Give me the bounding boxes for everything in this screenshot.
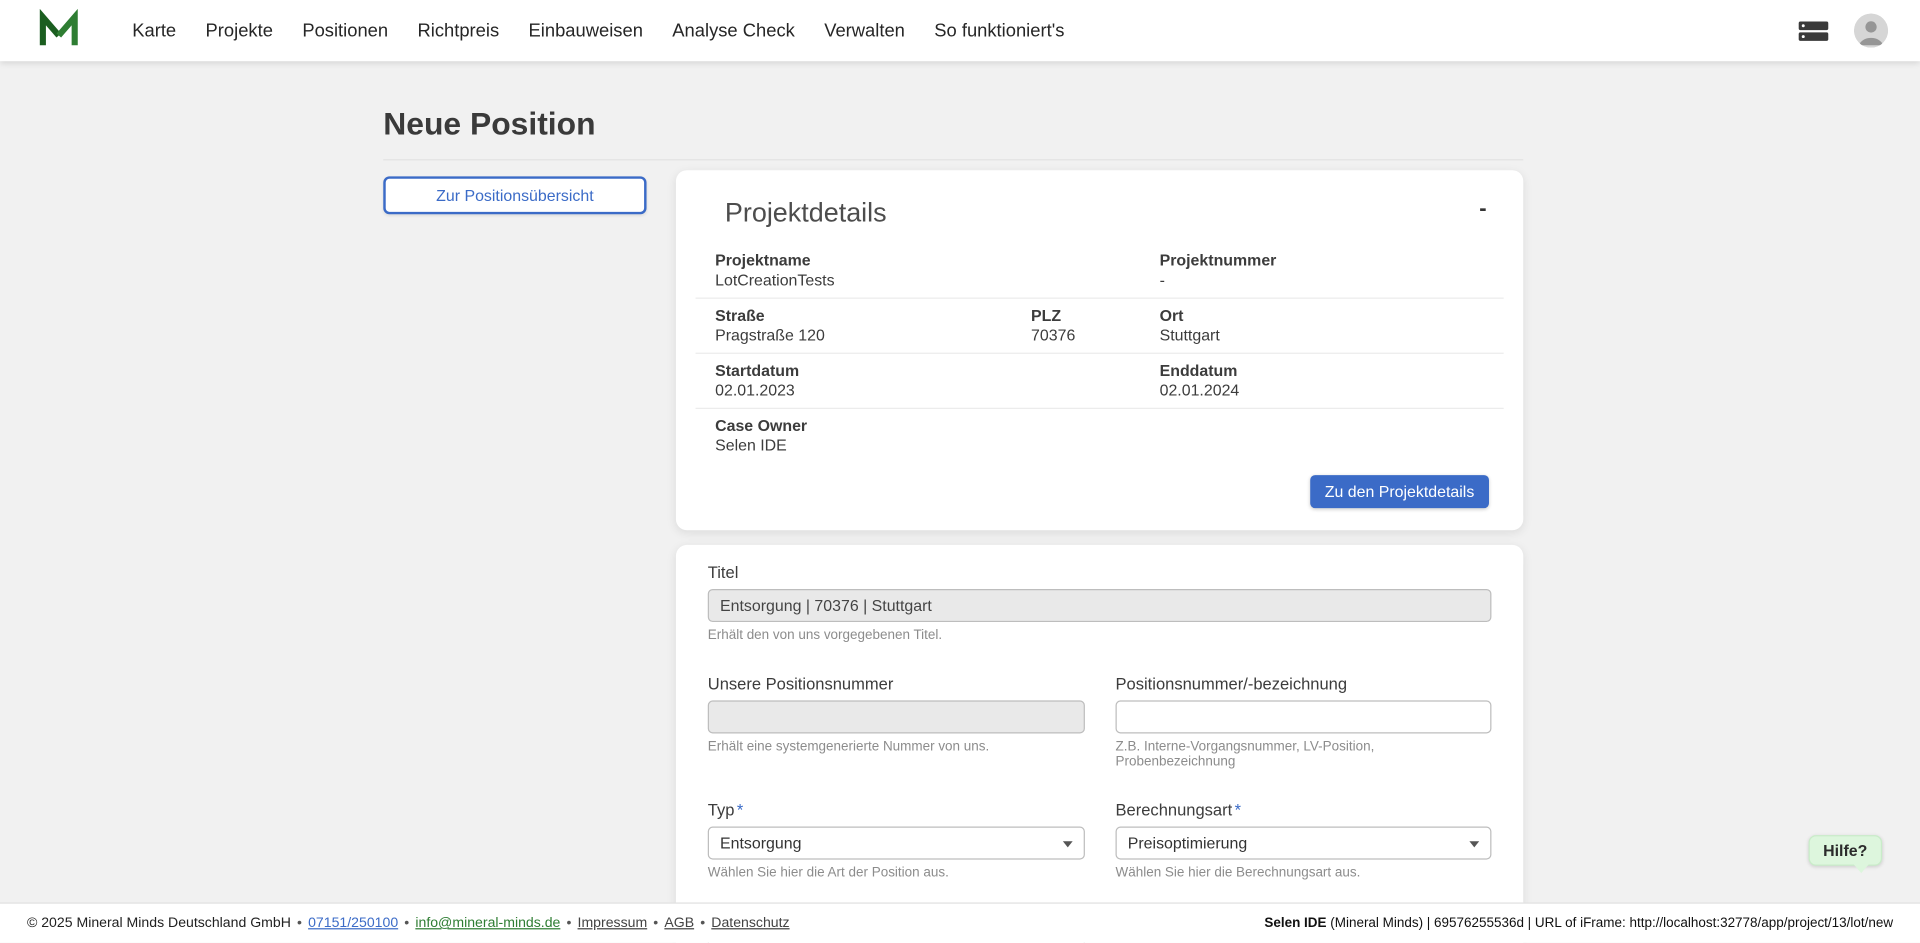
new-position-form-card: Titel Erhält den von uns vorgegebenen Ti…: [676, 545, 1523, 943]
top-navbar: Karte Projekte Positionen Richtpreis Ein…: [0, 0, 1920, 61]
projektname-label: Projektname: [715, 251, 1159, 271]
project-details-table: Projektname LotCreationTests Projektnumm…: [696, 244, 1504, 463]
positionsnummer-help-text: Erhält eine systemgenerierte Nummer von …: [708, 740, 1085, 755]
nav-item-projekte[interactable]: Projekte: [191, 13, 288, 49]
user-avatar[interactable]: [1854, 13, 1888, 47]
required-asterisk: *: [737, 801, 743, 819]
email-link[interactable]: info@mineral-minds.de: [415, 916, 560, 931]
nav-links: Karte Projekte Positionen Richtpreis Ein…: [118, 13, 1080, 49]
nav-item-analyse-check[interactable]: Analyse Check: [658, 13, 810, 49]
bezeichnung-input[interactable]: [1116, 700, 1492, 733]
nav-item-so-funktionierts[interactable]: So funktioniert's: [920, 13, 1080, 49]
speech-bubble-pointer: [1854, 864, 1869, 873]
nav-item-positionen[interactable]: Positionen: [288, 13, 403, 49]
right-column: Projektdetails - Projektname LotCreation…: [676, 170, 1523, 943]
back-to-positions-button[interactable]: Zur Positionsübersicht: [383, 176, 646, 214]
page-title: Neue Position: [383, 61, 1523, 160]
titel-help-text: Erhält den von uns vorgegebenen Titel.: [708, 628, 1492, 643]
bezeichnung-label: Positionsnummer/-bezeichnung: [1116, 675, 1492, 693]
projektnummer-label: Projektnummer: [1160, 251, 1277, 271]
collapse-minus-icon[interactable]: -: [1469, 197, 1496, 219]
bezeichnung-help-text: Z.B. Interne-Vorgangsnummer, LV-Position…: [1116, 740, 1492, 769]
berechnungsart-select[interactable]: Preisoptimierung: [1116, 827, 1492, 860]
agb-link[interactable]: AGB: [664, 916, 694, 931]
typ-help-text: Wählen Sie hier die Art der Position aus…: [708, 866, 1085, 881]
session-details: (Mineral Minds) | 69576255536d | URL of …: [1327, 916, 1894, 931]
positionsnummer-input: [708, 700, 1085, 733]
go-to-project-details-button[interactable]: Zu den Projektdetails: [1310, 475, 1489, 508]
enddatum-label: Enddatum: [1160, 361, 1240, 381]
table-row: Projektname LotCreationTests Projektnumm…: [696, 244, 1504, 298]
navbar-right: [1798, 13, 1889, 47]
impressum-link[interactable]: Impressum: [578, 916, 648, 931]
footer: © 2025 Mineral Minds Deutschland GmbH • …: [0, 902, 1920, 942]
left-column: Zur Positionsübersicht: [383, 170, 646, 214]
strasse-value: Pragstraße 120: [715, 326, 1031, 346]
berechnungsart-select-value: Preisoptimierung: [1128, 834, 1247, 852]
main-content: Neue Position Zur Positionsübersicht Pro…: [383, 61, 1523, 943]
help-button[interactable]: Hilfe?: [1808, 835, 1882, 866]
positionsnummer-label: Unsere Positionsnummer: [708, 675, 1085, 693]
server-icon[interactable]: [1798, 18, 1830, 44]
project-details-title: Projektdetails: [725, 197, 887, 229]
phone-link[interactable]: 07151/250100: [308, 916, 398, 931]
typ-label: Typ*: [708, 801, 1085, 819]
app-viewport: Karte Projekte Positionen Richtpreis Ein…: [0, 0, 1920, 943]
table-row: Case Owner Selen IDE: [696, 408, 1504, 463]
case-owner-value: Selen IDE: [715, 436, 1159, 456]
table-row: Startdatum 02.01.2023 Enddatum 02.01.202…: [696, 353, 1504, 408]
brand-logo-icon[interactable]: [37, 9, 81, 53]
typ-select[interactable]: Entsorgung: [708, 827, 1085, 860]
titel-input: [708, 589, 1492, 622]
nav-item-einbauweisen[interactable]: Einbauweisen: [514, 13, 658, 49]
ort-label: Ort: [1160, 306, 1220, 326]
startdatum-label: Startdatum: [715, 361, 1159, 381]
projektnummer-value: -: [1160, 271, 1277, 291]
projektname-value: LotCreationTests: [715, 271, 1159, 291]
berechnungsart-help-text: Wählen Sie hier die Berechnungsart aus.: [1116, 866, 1492, 881]
nav-item-verwalten[interactable]: Verwalten: [810, 13, 920, 49]
copyright-text: © 2025 Mineral Minds Deutschland GmbH: [27, 916, 291, 931]
datenschutz-link[interactable]: Datenschutz: [711, 916, 789, 931]
titel-label: Titel: [708, 563, 1492, 581]
chevron-down-icon: [1469, 841, 1479, 847]
ort-value: Stuttgart: [1160, 326, 1220, 346]
nav-item-richtpreis[interactable]: Richtpreis: [403, 13, 514, 49]
case-owner-label: Case Owner: [715, 416, 1159, 436]
footer-left: © 2025 Mineral Minds Deutschland GmbH • …: [27, 916, 790, 931]
required-asterisk: *: [1235, 801, 1241, 819]
plz-value: 70376: [1031, 326, 1160, 346]
startdatum-value: 02.01.2023: [715, 381, 1159, 401]
strasse-label: Straße: [715, 306, 1031, 326]
session-user: Selen IDE: [1264, 916, 1326, 931]
berechnungsart-label: Berechnungsart*: [1116, 801, 1492, 819]
project-details-card: Projektdetails - Projektname LotCreation…: [676, 170, 1523, 530]
footer-session-info: Selen IDE (Mineral Minds) | 69576255536d…: [1264, 916, 1893, 931]
chevron-down-icon: [1063, 841, 1073, 847]
plz-label: PLZ: [1031, 306, 1160, 326]
table-row: Straße Pragstraße 120 PLZ 70376 Ort Stut…: [696, 298, 1504, 353]
typ-select-value: Entsorgung: [720, 834, 801, 852]
enddatum-value: 02.01.2024: [1160, 381, 1240, 401]
nav-item-karte[interactable]: Karte: [118, 13, 191, 49]
